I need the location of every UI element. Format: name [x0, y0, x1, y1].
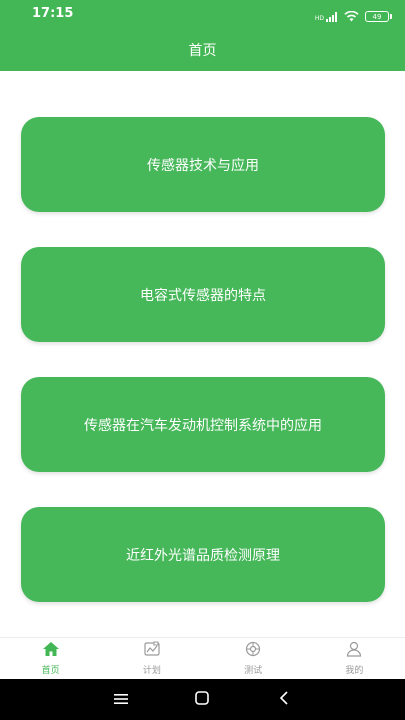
card-capacitive-sensor[interactable]: 电容式传感器的特点 — [21, 247, 385, 342]
home-button[interactable] — [182, 680, 222, 720]
plan-icon — [143, 641, 161, 661]
tab-label: 首页 — [41, 666, 60, 676]
tab-plan[interactable]: 计划 — [101, 638, 202, 679]
app-header: 首页 — [0, 28, 405, 71]
card-label: 传感器技术与应用 — [147, 157, 259, 174]
profile-icon — [345, 641, 363, 661]
page-title: 首页 — [188, 42, 217, 59]
back-button[interactable] — [264, 680, 304, 720]
card-nir-spectroscopy[interactable]: 近红外光谱品质检测原理 — [21, 507, 385, 602]
battery-icon: 49 — [365, 11, 392, 22]
menu-button[interactable] — [101, 680, 141, 720]
system-navigation-bar — [0, 679, 405, 720]
tab-test[interactable]: 测试 — [203, 638, 304, 679]
status-icons: HD 49 — [314, 7, 392, 26]
bottom-tab-bar: 首页 计划 测试 我的 — [0, 637, 405, 679]
wifi-icon — [344, 7, 359, 26]
network-label: HD — [314, 14, 324, 22]
card-sensor-technology[interactable]: 传感器技术与应用 — [21, 117, 385, 212]
card-label: 电容式传感器的特点 — [140, 287, 266, 304]
back-chevron-icon — [279, 690, 289, 709]
test-icon — [244, 641, 262, 661]
card-label: 近红外光谱品质检测原理 — [126, 547, 280, 564]
menu-icon — [113, 690, 128, 709]
tab-label: 计划 — [142, 666, 161, 676]
tab-label: 我的 — [345, 666, 364, 676]
card-label: 传感器在汽车发动机控制系统中的应用 — [84, 417, 322, 434]
status-time: 17:15 — [32, 6, 74, 21]
battery-level: 49 — [372, 12, 382, 21]
tab-label: 测试 — [244, 666, 263, 676]
home-icon — [42, 641, 60, 661]
signal-icon: HD — [314, 11, 338, 22]
tab-profile[interactable]: 我的 — [304, 638, 405, 679]
status-bar: 17:15 HD 49 — [0, 0, 405, 28]
card-engine-control[interactable]: 传感器在汽车发动机控制系统中的应用 — [21, 377, 385, 472]
square-icon — [195, 690, 210, 709]
tab-home[interactable]: 首页 — [0, 638, 101, 679]
